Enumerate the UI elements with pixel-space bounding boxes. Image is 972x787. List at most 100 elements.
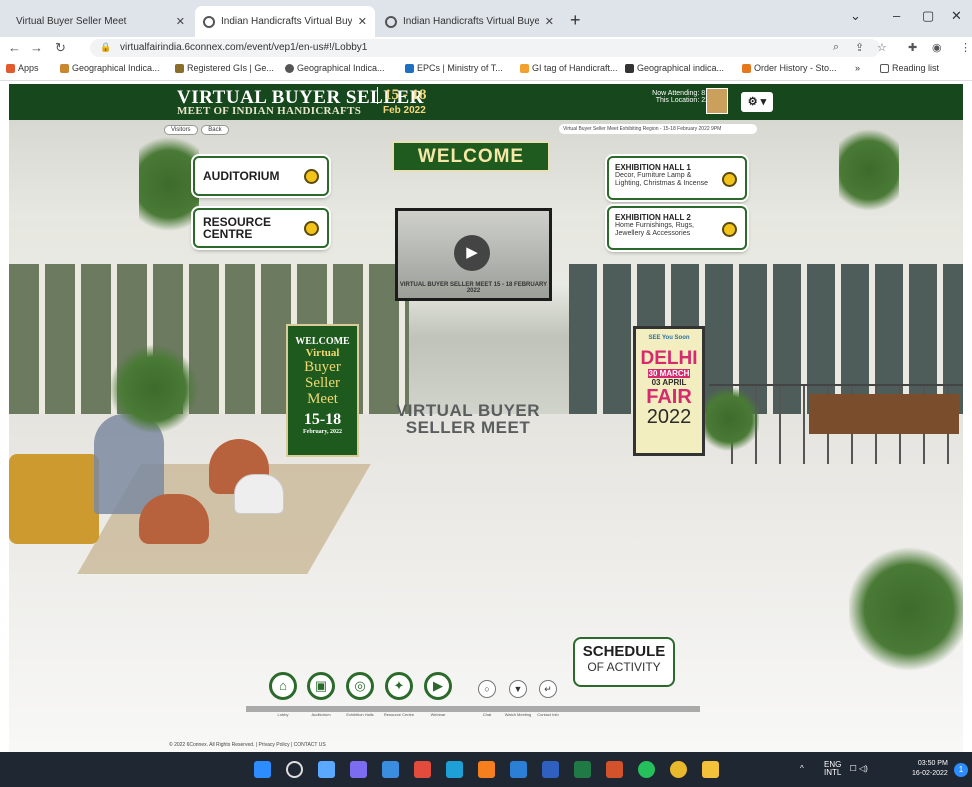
app-icon[interactable] xyxy=(414,761,431,778)
bookmarks-overflow[interactable]: » xyxy=(855,63,860,73)
globe-icon xyxy=(385,15,397,28)
powerpoint-icon[interactable] xyxy=(606,761,623,778)
browser-tab-2[interactable]: Indian Handicrafts Virtual Buyer ✕ xyxy=(195,6,375,37)
potted-plant xyxy=(849,544,963,674)
banner-virtual: Virtual xyxy=(305,347,340,359)
dock-label: Lobby xyxy=(277,712,289,717)
url-input[interactable]: 🔒 virtualfairindia.6connex.com/event/vep… xyxy=(90,39,880,57)
auditorium-hotspot[interactable]: AUDITORIUM xyxy=(193,156,329,196)
reload-icon[interactable]: ↻ xyxy=(55,40,66,56)
teams-icon[interactable] xyxy=(350,761,367,778)
resource-centre-label: RESOURCE CENTRE xyxy=(203,215,272,241)
auditorium-label: AUDITORIUM xyxy=(203,169,280,183)
back-button[interactable]: Back xyxy=(201,125,229,135)
tables-decoration xyxy=(809,394,959,434)
watch-meeting-dock-icon[interactable]: ▼ xyxy=(509,680,527,698)
windows-start-icon[interactable] xyxy=(254,761,271,778)
bookmark-item[interactable]: Order History - Sto... xyxy=(742,63,837,73)
settings-menu-button[interactable]: ⚙ ▾ xyxy=(741,92,773,112)
resource-centre-hotspot[interactable]: RESOURCE CENTRE xyxy=(193,208,329,248)
notification-icon[interactable]: 1 xyxy=(954,763,968,777)
lobby-dock-icon[interactable]: ⌂ xyxy=(269,672,297,700)
avatar[interactable] xyxy=(706,88,728,114)
volume-icon[interactable]: ◁) xyxy=(859,764,868,773)
delhi-fair-banner[interactable]: SEE You Soon DELHI 30 MARCH 03 APRIL FAI… xyxy=(633,326,705,456)
chrome-icon[interactable] xyxy=(670,761,687,778)
more-icon[interactable]: ⋮ xyxy=(960,41,971,54)
system-clock[interactable]: 03:50 PM 16-02-2022 xyxy=(912,759,948,779)
firefox-icon[interactable] xyxy=(478,761,495,778)
welcome-video[interactable]: ▶ VIRTUAL BUYER SELLER MEET 15 - 18 FEBR… xyxy=(395,208,552,301)
store-icon[interactable] xyxy=(510,761,527,778)
bookmark-icon xyxy=(520,63,529,73)
task-view-icon[interactable] xyxy=(318,761,335,778)
hotspot-dot-icon xyxy=(304,168,319,184)
close-tab-icon[interactable]: ✕ xyxy=(358,15,367,28)
hanging-plant xyxy=(139,124,199,244)
new-tab-icon[interactable]: + xyxy=(570,10,581,31)
sofa-decoration xyxy=(9,454,99,544)
hotspot-dot-icon xyxy=(304,220,319,236)
bookmark-icon xyxy=(405,63,414,73)
reading-list[interactable]: Reading list xyxy=(880,63,939,73)
delhi-year: 2022 xyxy=(646,406,692,428)
tab-search-icon[interactable]: ⌄ xyxy=(850,8,861,24)
visitors-button[interactable]: Visitors xyxy=(164,125,198,135)
auditorium-dock-icon[interactable]: ▣ xyxy=(307,672,335,700)
resource-centre-dock-icon[interactable]: ✦ xyxy=(385,672,413,700)
browser-tab-1[interactable]: Virtual Buyer Seller Meet ✕ xyxy=(8,6,193,37)
bookmark-apps[interactable]: Apps xyxy=(6,63,39,73)
edge-icon[interactable] xyxy=(446,761,463,778)
dock-label: Resource Centre xyxy=(383,712,415,717)
attendance-info: Now Attending: 81 This Location: 22 xyxy=(599,90,709,104)
potted-plant xyxy=(109,344,199,434)
schedule-of-activity-button[interactable]: SCHEDULE OF ACTIVITY xyxy=(573,637,675,687)
forward-icon[interactable]: → xyxy=(30,40,43,55)
exhibition-halls-dock-icon[interactable]: ◎ xyxy=(346,672,374,700)
search-icon[interactable] xyxy=(286,761,303,778)
bookmark-item[interactable]: GI tag of Handicraft... xyxy=(520,63,618,73)
file-explorer-icon[interactable] xyxy=(702,761,719,778)
word-icon[interactable] xyxy=(542,761,559,778)
profile-icon[interactable]: ◉ xyxy=(932,41,942,54)
exhibition-hall-2-hotspot[interactable]: EXHIBITION HALL 2 Home Furnishings, Rugs… xyxy=(607,206,747,250)
browser-tab-3[interactable]: Indian Handicrafts Virtual Buyer ✕ xyxy=(377,6,562,37)
bookmark-item[interactable]: Registered GIs | Ge... xyxy=(175,63,274,73)
video-caption: VIRTUAL BUYER SELLER MEET 15 - 18 FEBRUA… xyxy=(399,282,548,294)
excel-icon[interactable] xyxy=(574,761,591,778)
dock-label: Contact Info xyxy=(537,712,559,717)
chat-dock-icon[interactable]: ○ xyxy=(478,680,496,698)
minimize-icon[interactable]: – xyxy=(893,8,900,23)
bookmark-item[interactable]: Geographical indica... xyxy=(625,63,724,73)
restore-icon[interactable]: ▢ xyxy=(922,8,934,24)
close-window-icon[interactable]: ✕ xyxy=(951,8,962,24)
network-icon[interactable]: ☐ xyxy=(850,764,857,773)
whatsapp-icon[interactable] xyxy=(638,761,655,778)
webinar-dock-icon[interactable]: ▶ xyxy=(424,672,452,700)
welcome-banner: WELCOME Virtual Buyer Seller Meet 15-18 … xyxy=(286,324,359,457)
play-icon[interactable]: ▶ xyxy=(454,235,490,271)
language-indicator[interactable]: ENG INTL xyxy=(824,761,841,777)
tab-title: Indian Handicrafts Virtual Buyer xyxy=(403,16,539,27)
lock-icon: 🔒 xyxy=(100,42,112,52)
close-tab-icon[interactable]: ✕ xyxy=(545,15,554,28)
exhibition-hall-1-hotspot[interactable]: EXHIBITION HALL 1 Decor, Furniture Lamp … xyxy=(607,156,747,200)
delhi-fair: FAIR xyxy=(646,386,692,408)
dock-label: Exhibition Halls xyxy=(346,712,374,717)
tab-title: Indian Handicrafts Virtual Buyer xyxy=(221,16,352,27)
contact-info-dock-icon[interactable]: ↵ xyxy=(539,680,557,698)
bookmark-item[interactable]: Geographical Indica... xyxy=(285,63,385,73)
bookmark-item[interactable]: Geographical Indica... xyxy=(60,63,160,73)
back-icon[interactable]: ← xyxy=(8,40,21,55)
widgets-icon[interactable] xyxy=(382,761,399,778)
chevron-up-icon[interactable]: ^ xyxy=(800,764,804,773)
star-icon[interactable]: ☆ xyxy=(877,41,887,54)
reception-desk-text: VIRTUAL BUYER SELLER MEET xyxy=(393,402,543,436)
share-icon[interactable]: ⇪ xyxy=(855,41,864,54)
close-tab-icon[interactable]: ✕ xyxy=(176,15,185,28)
reception-line-2: SELLER MEET xyxy=(405,418,531,437)
chair-decoration xyxy=(234,474,284,514)
extensions-icon[interactable]: ✚ xyxy=(908,41,917,54)
bookmark-item[interactable]: EPCs | Ministry of T... xyxy=(405,63,503,73)
zoom-icon[interactable]: ⌕ xyxy=(833,41,839,54)
